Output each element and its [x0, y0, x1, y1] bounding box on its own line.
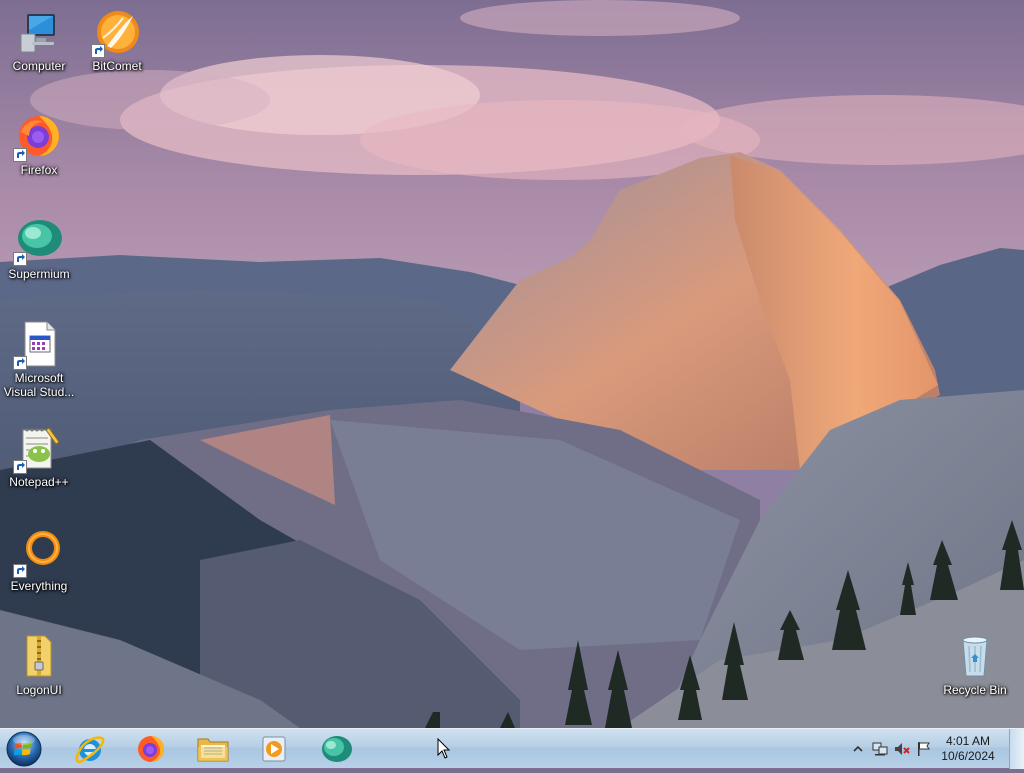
shortcut-arrow-icon — [13, 460, 27, 474]
supermium-icon — [322, 736, 352, 762]
visual-studio-icon — [13, 320, 63, 370]
desktop-icon-computer[interactable]: Computer — [0, 8, 78, 73]
bitcomet-icon — [91, 8, 141, 58]
network-icon[interactable] — [872, 741, 888, 757]
internet-explorer-icon — [75, 736, 105, 764]
desktop-icon-visual-studio[interactable]: Microsoft Visual Stud... — [0, 320, 78, 399]
desktop-icon-everything[interactable]: Everything — [0, 528, 78, 593]
desktop-wallpaper — [0, 0, 1024, 728]
firefox-icon — [138, 736, 164, 762]
shortcut-arrow-icon — [13, 564, 27, 578]
zip-folder-icon — [15, 632, 63, 680]
supermium-icon — [13, 216, 63, 266]
start-button[interactable] — [4, 730, 48, 768]
taskbar: 4:01 AM 10/6/2024 — [0, 728, 1024, 769]
volume-muted-icon[interactable] — [894, 741, 910, 757]
desktop-icon-recycle-bin[interactable]: Recycle Bin — [936, 632, 1014, 697]
taskbar-media-player[interactable] — [248, 731, 300, 767]
taskbar-supermium[interactable] — [310, 731, 362, 767]
desktop-icon-label: BitComet — [92, 59, 142, 73]
desktop-icon-supermium[interactable]: Supermium — [0, 216, 78, 281]
desktop-icon-label: Firefox — [20, 163, 58, 177]
mouse-cursor-icon — [437, 737, 451, 765]
recycle-bin-icon — [951, 632, 999, 680]
taskbar-internet-explorer[interactable] — [64, 731, 116, 767]
desktop-icon-label: Computer — [12, 59, 66, 73]
notepadpp-icon — [13, 424, 63, 474]
firefox-icon — [13, 112, 63, 162]
taskbar-file-explorer[interactable] — [187, 731, 239, 767]
desktop-icon-label: Microsoft Visual Stud... — [3, 371, 75, 399]
show-hidden-icons-chevron[interactable] — [850, 741, 866, 757]
shortcut-arrow-icon — [13, 148, 27, 162]
clock[interactable]: 4:01 AM 10/6/2024 — [928, 734, 1008, 764]
desktop-icon-logonui[interactable]: LogonUI — [0, 632, 78, 697]
show-desktop-button[interactable] — [1009, 729, 1024, 769]
desktop-icon-label: Notepad++ — [9, 475, 69, 489]
media-player-icon — [262, 736, 286, 762]
everything-icon — [13, 528, 63, 578]
system-tray: 4:01 AM 10/6/2024 — [834, 729, 1024, 769]
clock-date: 10/6/2024 — [941, 749, 995, 763]
shortcut-arrow-icon — [13, 356, 27, 370]
desktop-icon-bitcomet[interactable]: BitComet — [78, 8, 156, 73]
desktop-icon-label: Supermium — [8, 267, 70, 281]
computer-icon — [15, 8, 63, 56]
shortcut-arrow-icon — [91, 44, 105, 58]
taskbar-firefox[interactable] — [125, 731, 177, 767]
file-explorer-icon — [197, 738, 229, 762]
desktop-icon-label: Recycle Bin — [943, 683, 1007, 697]
desktop-icon-label: Everything — [10, 579, 68, 593]
desktop-icon-firefox[interactable]: Firefox — [0, 112, 78, 177]
desktop-icon-label: LogonUI — [16, 683, 62, 697]
windows-orb-icon — [6, 731, 42, 767]
desktop-icon-notepadpp[interactable]: Notepad++ — [0, 424, 78, 489]
clock-time: 4:01 AM — [945, 734, 991, 748]
shortcut-arrow-icon — [13, 252, 27, 266]
